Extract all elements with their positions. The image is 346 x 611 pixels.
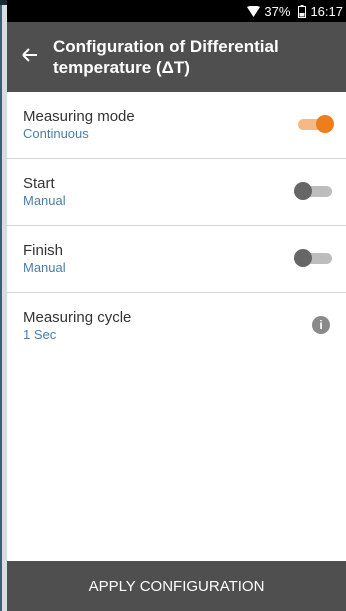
apply-configuration-label: APPLY CONFIGURATION bbox=[88, 577, 265, 595]
back-button[interactable] bbox=[7, 22, 53, 92]
empty-area bbox=[7, 358, 346, 561]
finish-toggle[interactable] bbox=[294, 249, 334, 267]
setting-value: 1 Sec bbox=[23, 327, 57, 342]
status-time: 16:17 bbox=[310, 3, 343, 19]
setting-row-start[interactable]: Start Manual bbox=[7, 159, 346, 226]
measuring-mode-toggle[interactable] bbox=[294, 115, 334, 133]
page-title: Configuration of Differential temperatur… bbox=[53, 37, 279, 77]
status-bar: 37% 16:17 bbox=[7, 0, 346, 22]
apply-configuration-button[interactable]: APPLY CONFIGURATION bbox=[7, 561, 346, 611]
battery-icon bbox=[298, 4, 307, 18]
screen: 37% 16:17 Configuration of Differential … bbox=[0, 0, 346, 611]
setting-row-measuring-cycle[interactable]: Measuring cycle 1 Sec i bbox=[7, 293, 346, 360]
setting-label: Measuring cycle bbox=[23, 309, 132, 326]
window-edge bbox=[0, 0, 7, 611]
battery-percent: 37% bbox=[264, 3, 291, 19]
phone-screen: 37% 16:17 Configuration of Differential … bbox=[7, 0, 346, 611]
settings-list: Measuring mode Continuous Start Manual F… bbox=[7, 92, 346, 360]
arrow-left-icon bbox=[22, 47, 38, 67]
setting-row-measuring-mode[interactable]: Measuring mode Continuous bbox=[7, 92, 346, 159]
start-toggle[interactable] bbox=[294, 182, 334, 200]
wifi-icon bbox=[247, 5, 261, 17]
info-icon[interactable]: i bbox=[312, 316, 330, 334]
setting-row-finish[interactable]: Finish Manual bbox=[7, 226, 346, 293]
app-bar: Configuration of Differential temperatur… bbox=[7, 22, 346, 92]
